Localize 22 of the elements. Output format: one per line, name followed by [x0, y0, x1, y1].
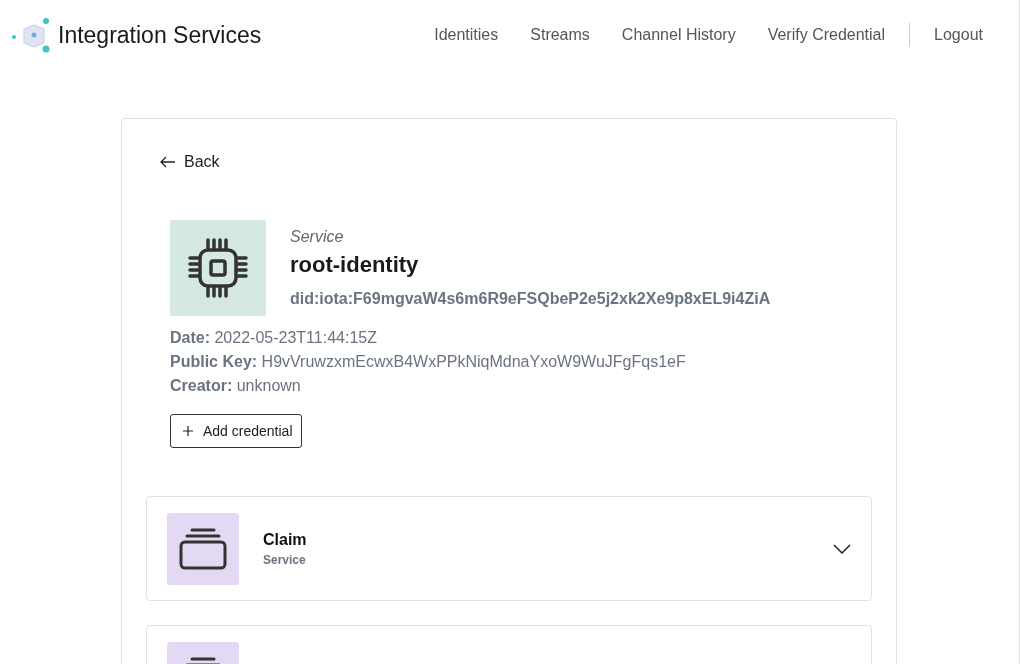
- identity-name: root-identity: [290, 252, 420, 278]
- nav-link[interactable]: Identities: [434, 26, 499, 44]
- nav-link[interactable]: Verify Credential: [767, 26, 886, 44]
- chip-icon: [170, 220, 266, 316]
- plus-icon: [183, 426, 193, 436]
- credential-title: Claim: [263, 530, 308, 549]
- nav-link[interactable]: Streams: [530, 26, 590, 44]
- back-link[interactable]: Back: [160, 153, 220, 171]
- add-credential-button[interactable]: Add credential: [170, 414, 302, 448]
- app-title: Integration Services: [58, 21, 262, 49]
- detail-line: Date: 2022-05-23T11:44:15Z: [170, 328, 378, 348]
- nav-link[interactable]: Channel History: [621, 26, 736, 44]
- detail-line: Creator: unknown: [170, 376, 302, 396]
- identity-type: Service: [290, 228, 345, 246]
- credential-card[interactable]: Claim Service: [146, 496, 872, 601]
- detail-line: Public Key: H9vVruwzxmEcwxB4WxPPkNiqMdnaYxoW9WuJFgFqs1eF: [170, 352, 687, 372]
- stack-icon: [167, 512, 239, 585]
- back-arrow-icon: [160, 156, 176, 168]
- credential-subtitle: Service: [263, 552, 307, 567]
- identity-did: did:iota:F69mgvaW4s6m6R9eFSQbeP2e5j2xk2Xe9p8xEL9i4ZiA: [290, 290, 771, 308]
- chevron-icon[interactable]: [833, 543, 851, 554]
- logout-link[interactable]: Logout: [934, 26, 983, 44]
